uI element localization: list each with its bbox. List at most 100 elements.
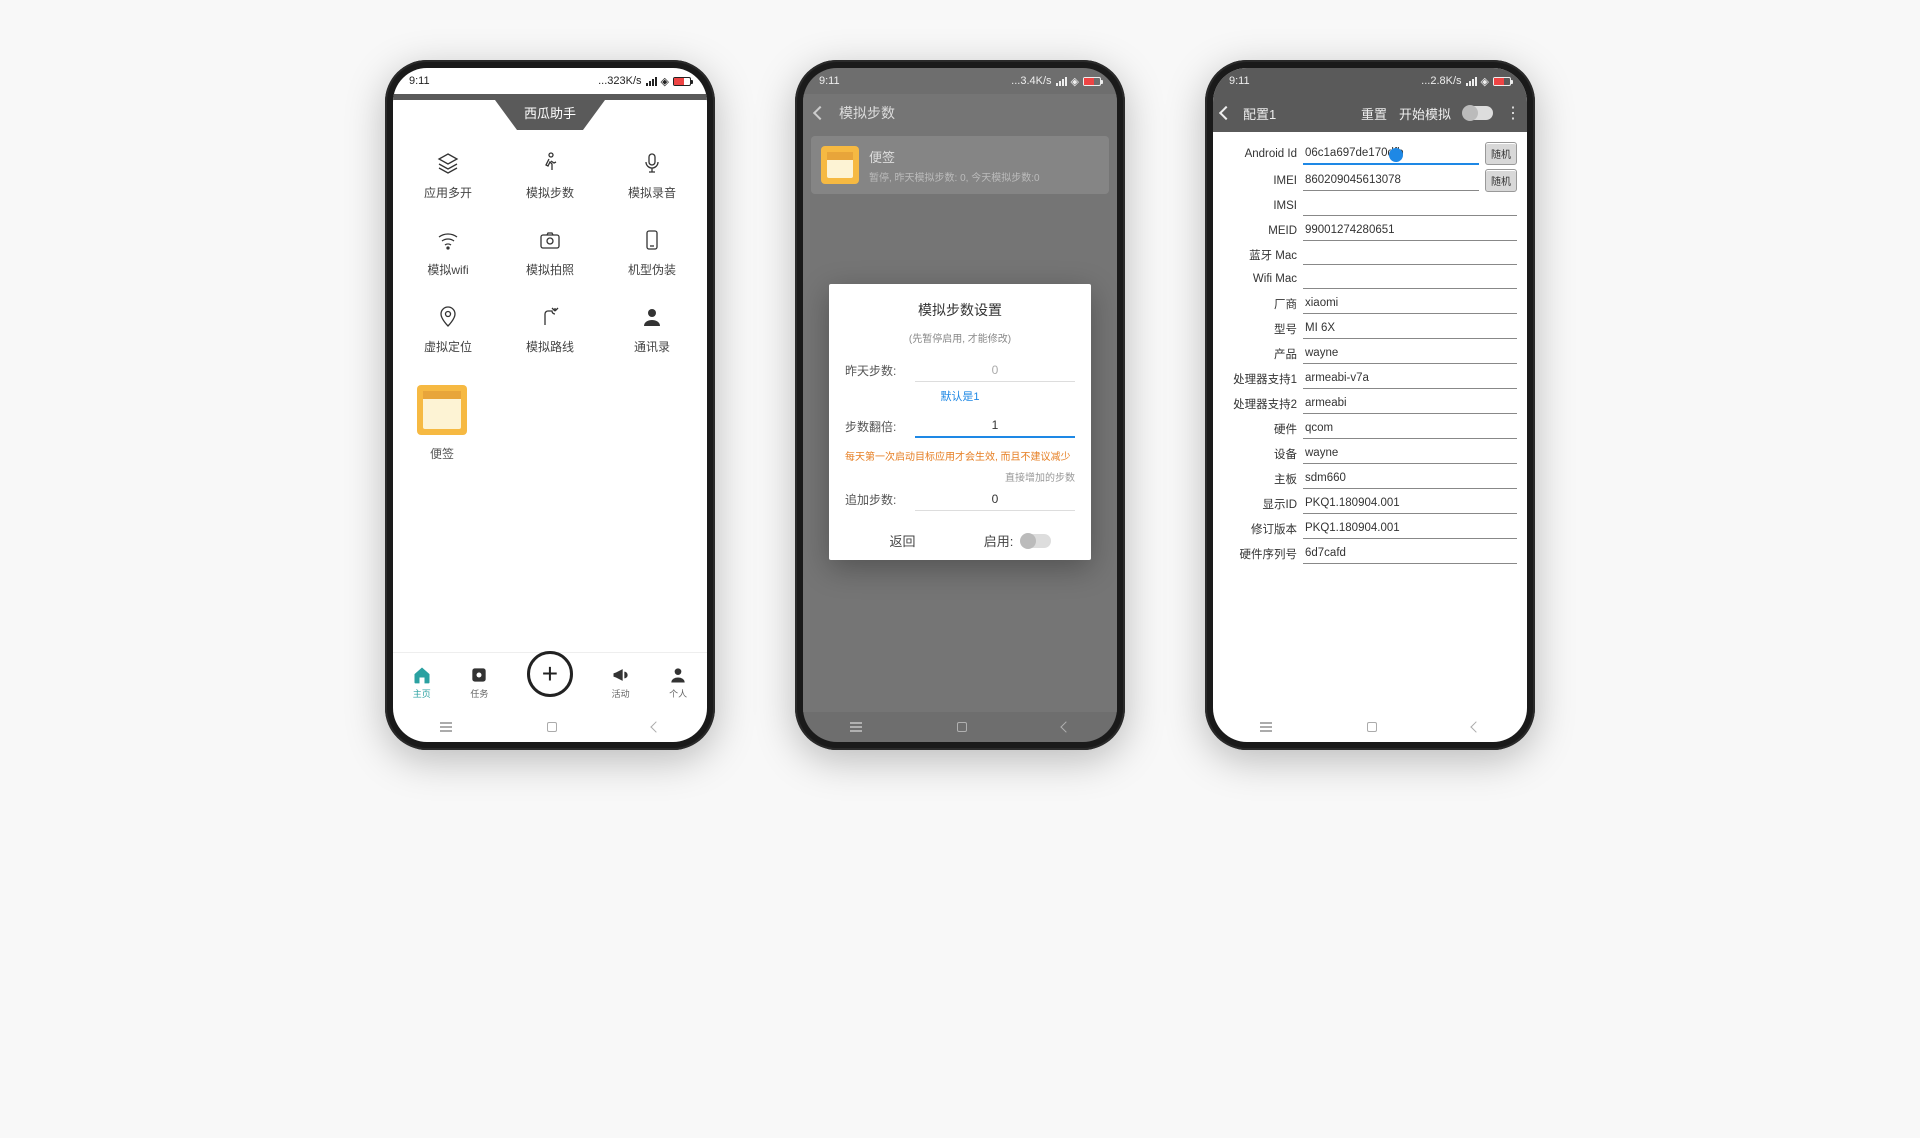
field-input[interactable]: sdm660 — [1303, 468, 1517, 489]
add-hint: 直接增加的步数 — [845, 469, 1075, 484]
field-input[interactable]: PKQ1.180904.001 — [1303, 493, 1517, 514]
feature-multi-open[interactable]: 应用多开 — [397, 138, 499, 215]
status-bar: 9:11 ...2.8K/s ◈ — [1213, 68, 1527, 94]
tab-tasks[interactable]: 任务 — [469, 665, 489, 700]
feature-device-spoof[interactable]: 机型伪装 — [601, 215, 703, 292]
config-form[interactable]: Android Id06c1a697de170dfb随机IMEI86020904… — [1213, 132, 1527, 712]
field-label: 蓝牙 Mac — [1223, 247, 1297, 263]
app-label: 便签 — [430, 445, 454, 462]
status-netspeed: ...3.4K/s — [1011, 75, 1051, 87]
config-field: IMEI860209045613078随机 — [1223, 169, 1517, 192]
phone-1-screen: 9:11 ...323K/s ◈ 西瓜助手 应用多开 模拟步数 — [393, 68, 707, 742]
field-input[interactable]: PKQ1.180904.001 — [1303, 518, 1517, 539]
config-field: 设备 wayne — [1223, 443, 1517, 464]
app-card[interactable]: 便签 暂停, 昨天模拟步数: 0, 今天模拟步数:0 — [811, 136, 1109, 194]
fab-add[interactable]: + — [527, 651, 573, 697]
feature-wifi-sim[interactable]: 模拟wifi — [397, 215, 499, 292]
field-input[interactable] — [1303, 196, 1517, 216]
field-label: 型号 — [1223, 321, 1297, 337]
step-settings-dialog: 模拟步数设置 (先暂停启用, 才能修改) 昨天步数: 0 默认是1 步数翻倍: … — [829, 284, 1091, 560]
enable-toggle[interactable] — [1021, 534, 1051, 548]
mic-icon — [639, 150, 665, 176]
field-label: 硬件 — [1223, 421, 1297, 437]
home-icon — [412, 665, 432, 685]
card-subtitle: 暂停, 昨天模拟步数: 0, 今天模拟步数:0 — [869, 169, 1040, 184]
feature-fake-location[interactable]: 虚拟定位 — [397, 292, 499, 369]
text-cursor-handle[interactable] — [1389, 148, 1403, 162]
field-input[interactable]: armeabi-v7a — [1303, 368, 1517, 389]
page-header: 模拟步数 — [803, 94, 1117, 132]
megaphone-icon — [611, 665, 631, 685]
random-button[interactable]: 随机 — [1485, 169, 1517, 192]
field-input[interactable]: MI 6X — [1303, 318, 1517, 339]
field-input[interactable] — [1303, 245, 1517, 265]
card-title: 便签 — [869, 147, 1040, 166]
field-input[interactable]: qcom — [1303, 418, 1517, 439]
back-key[interactable] — [1470, 721, 1481, 732]
field-input[interactable]: armeabi — [1303, 393, 1517, 414]
field-input[interactable] — [1303, 269, 1517, 289]
more-icon[interactable]: ⋮ — [1505, 103, 1519, 123]
field-label: 设备 — [1223, 446, 1297, 462]
field-input[interactable]: wayne — [1303, 343, 1517, 364]
battery-icon — [1083, 77, 1101, 86]
field-label: 显示ID — [1223, 496, 1297, 512]
config-field: 硬件序列号6d7cafd — [1223, 543, 1517, 564]
field-label: 修订版本 — [1223, 521, 1297, 537]
feature-contacts[interactable]: 通讯录 — [601, 292, 703, 369]
wifi-icon — [435, 227, 461, 253]
feature-step-sim[interactable]: 模拟步数 — [499, 138, 601, 215]
recents-key[interactable] — [440, 726, 452, 728]
home-key[interactable] — [547, 722, 557, 732]
enable-label: 启用: — [984, 531, 1014, 550]
battery-icon — [673, 77, 691, 86]
status-time: 9:11 — [409, 75, 430, 87]
field-label: Wifi Mac — [1223, 273, 1297, 285]
start-sim-toggle[interactable] — [1463, 106, 1493, 120]
config-field: MEID99001274280651 — [1223, 220, 1517, 241]
dialog-title: 模拟步数设置 — [845, 300, 1075, 320]
back-icon[interactable] — [813, 106, 827, 120]
feature-label: 虚拟定位 — [424, 338, 472, 355]
field-label: 处理器支持2 — [1223, 396, 1297, 412]
multiplier-default: 默认是1 — [845, 388, 1075, 404]
start-sim-button[interactable]: 开始模拟 — [1399, 104, 1451, 123]
notes-icon — [821, 146, 859, 184]
app-tile-notes[interactable]: 便签 — [417, 385, 467, 462]
config-field: 主板sdm660 — [1223, 468, 1517, 489]
yesterday-input[interactable]: 0 — [915, 359, 1075, 382]
home-key[interactable] — [957, 722, 967, 732]
field-input[interactable]: 6d7cafd — [1303, 543, 1517, 564]
camera-icon — [537, 227, 563, 253]
config-field: 处理器支持1armeabi-v7a — [1223, 368, 1517, 389]
back-key[interactable] — [1060, 721, 1071, 732]
feature-label: 模拟路线 — [526, 338, 574, 355]
add-steps-input[interactable]: 0 — [915, 488, 1075, 511]
feature-route-sim[interactable]: 模拟路线 — [499, 292, 601, 369]
config-field: Android Id06c1a697de170dfb随机 — [1223, 142, 1517, 165]
feature-camera-sim[interactable]: 模拟拍照 — [499, 215, 601, 292]
feature-audio-sim[interactable]: 模拟录音 — [601, 138, 703, 215]
feature-label: 模拟拍照 — [526, 261, 574, 278]
multiplier-input[interactable]: 1 — [915, 414, 1075, 438]
field-input[interactable]: 860209045613078 — [1303, 170, 1479, 191]
back-icon[interactable] — [1219, 106, 1233, 120]
wifi-icon: ◈ — [661, 75, 669, 88]
feature-label: 通讯录 — [634, 338, 670, 355]
recents-key[interactable] — [1260, 726, 1272, 728]
tab-profile[interactable]: 个人 — [668, 665, 688, 700]
reset-button[interactable]: 重置 — [1361, 104, 1387, 123]
tab-activity[interactable]: 活动 — [611, 665, 631, 700]
back-key[interactable] — [650, 721, 661, 732]
tab-home[interactable]: 主页 — [412, 665, 432, 700]
field-input[interactable]: 99001274280651 — [1303, 220, 1517, 241]
phone-2-screen: 9:11 ...3.4K/s ◈ 模拟步数 便签 暂停, 昨天模拟步数: 0, … — [803, 68, 1117, 742]
field-input[interactable]: xiaomi — [1303, 293, 1517, 314]
status-netspeed: ...323K/s — [598, 75, 641, 87]
recents-key[interactable] — [850, 726, 862, 728]
field-input[interactable]: wayne — [1303, 443, 1517, 464]
home-key[interactable] — [1367, 722, 1377, 732]
return-button[interactable]: 返回 — [845, 531, 960, 550]
config-field: 型号 MI 6X — [1223, 318, 1517, 339]
random-button[interactable]: 随机 — [1485, 142, 1517, 165]
